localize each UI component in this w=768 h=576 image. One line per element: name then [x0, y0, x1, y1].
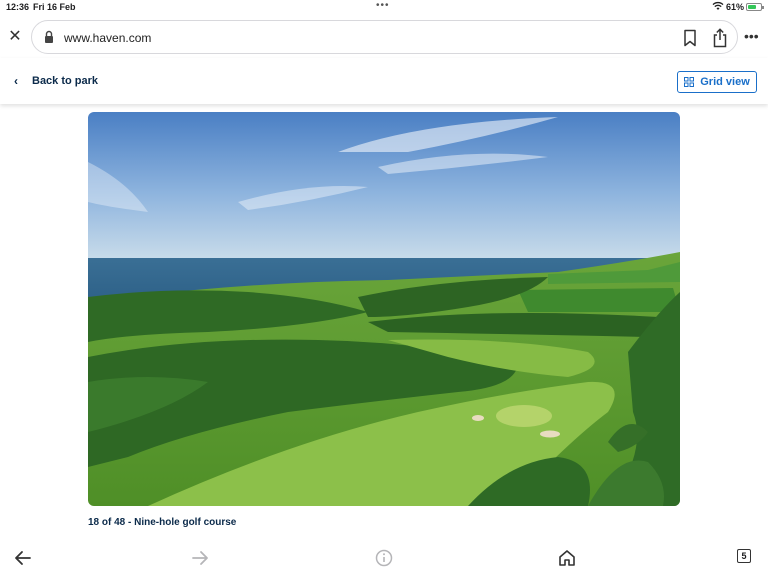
address-bar: ✕ www.haven.com •••: [0, 16, 768, 58]
gallery-photo[interactable]: [88, 112, 680, 506]
home-icon[interactable]: [557, 548, 577, 568]
grid-icon: [684, 77, 695, 87]
info-icon[interactable]: [374, 548, 394, 568]
bookmark-icon[interactable]: [682, 29, 698, 47]
share-icon[interactable]: [712, 28, 728, 48]
back-to-park-label: Back to park: [32, 75, 99, 87]
status-date: Fri 16 Feb: [33, 2, 76, 12]
url-field[interactable]: www.haven.com: [31, 20, 738, 54]
forward-arrow-icon[interactable]: [190, 548, 210, 568]
battery-percentage: 61%: [726, 2, 745, 12]
close-icon[interactable]: ✕: [6, 28, 24, 46]
grid-view-button[interactable]: Grid view: [677, 71, 757, 93]
page-header: ‹ Back to park Grid view: [0, 58, 768, 104]
browser-toolbar: 5: [0, 540, 768, 576]
back-to-park-link[interactable]: ‹ Back to park: [14, 74, 98, 88]
tabs-icon[interactable]: 5: [737, 549, 751, 563]
multitasking-dots-icon[interactable]: •••: [376, 0, 390, 11]
wifi-icon: [712, 1, 724, 13]
chevron-left-icon: ‹: [14, 74, 18, 88]
back-arrow-icon[interactable]: [13, 548, 33, 568]
grid-view-label: Grid view: [700, 76, 750, 88]
status-time: 12:36: [6, 2, 30, 12]
more-icon[interactable]: •••: [744, 29, 759, 43]
photo-caption: 18 of 48 - Nine-hole golf course: [88, 517, 237, 528]
status-bar: 12:36 Fri 16 Feb ••• 61%: [0, 0, 768, 14]
url-text: www.haven.com: [64, 31, 152, 45]
lock-icon: [45, 30, 53, 43]
battery-icon: [746, 3, 764, 11]
